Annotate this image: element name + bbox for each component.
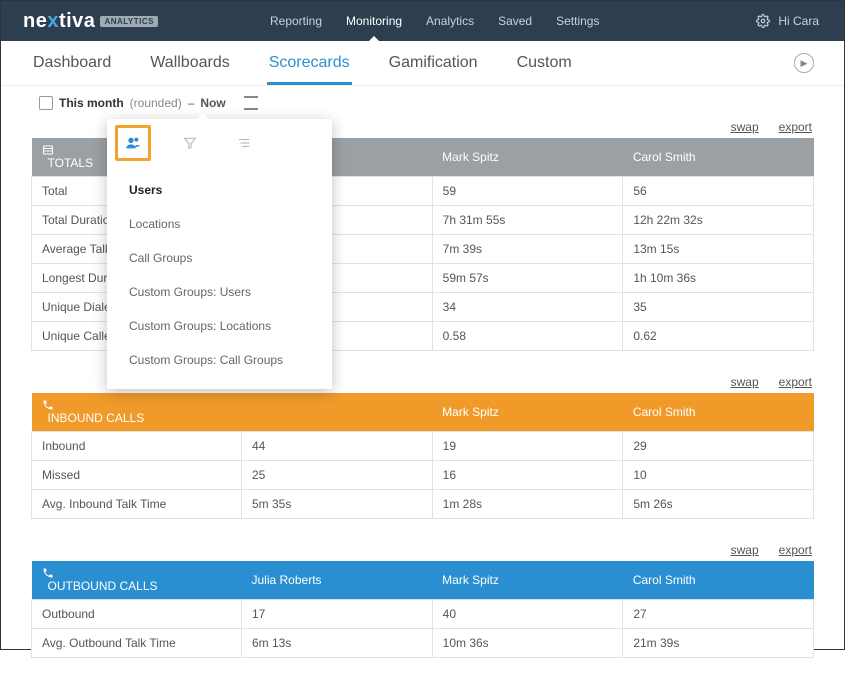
dropdown-list[interactable]: UsersLocationsCall GroupsCustom Groups: … [107,167,332,389]
date-now[interactable]: Now [200,96,225,110]
subnav-custom[interactable]: Custom [515,44,574,82]
section-title: INBOUND CALLS [32,393,242,432]
nav-monitoring[interactable]: Monitoring [334,1,414,41]
play-icon[interactable]: ▶ [794,53,814,73]
row-label: Avg. Inbound Talk Time [32,490,242,519]
cell: 29 [623,432,814,461]
table-row: Missed251610 [32,461,814,490]
filter-tab-icon[interactable] [175,128,205,158]
col-header: Julia Roberts [242,561,433,600]
top-nav: nextiva ANALYTICS ReportingMonitoringAna… [1,1,844,41]
cell: 35 [623,293,814,322]
swap-link[interactable]: swap [731,120,759,134]
table-header: OUTBOUND CALLSJulia RobertsMark SpitzCar… [32,561,814,600]
row-label: Avg. Outbound Talk Time [32,629,242,658]
dropdown-option[interactable]: Call Groups [107,241,332,275]
dropdown-tabs [107,119,332,167]
brand: nextiva ANALYTICS [1,10,158,33]
cell: 44 [242,432,433,461]
cell: 1h 10m 36s [623,264,814,293]
col-header: Mark Spitz [432,138,623,177]
cell: 59 [432,177,623,206]
brand-badge: ANALYTICS [100,16,158,27]
greeting-text[interactable]: Hi Cara [778,14,819,28]
row-label: Missed [32,461,242,490]
cell: 7m 39s [432,235,623,264]
calendar-icon[interactable] [39,96,53,110]
cell: 25 [242,461,433,490]
dropdown-option[interactable]: Users [107,173,332,207]
nav-saved[interactable]: Saved [486,1,544,41]
cell: 56 [623,177,814,206]
cell: 6m 13s [242,629,433,658]
cell: 1m 28s [432,490,623,519]
inbound-table: INBOUND CALLSMark SpitzCarol SmithInboun… [31,393,814,519]
swap-link[interactable]: swap [731,543,759,557]
table-actions-outbound: swap export [31,543,812,557]
date-bar: This month (rounded) – Now [1,86,844,114]
subnav-wallboards[interactable]: Wallboards [148,44,231,82]
col-header [242,393,433,432]
cell: 16 [432,461,623,490]
cell: 21m 39s [623,629,814,658]
nav-right: Hi Cara [756,14,844,28]
table-header: INBOUND CALLS Mark SpitzCarol Smith [32,393,814,432]
users-tab-icon[interactable] [115,125,151,161]
nav-analytics[interactable]: Analytics [414,1,486,41]
cell: 34 [432,293,623,322]
export-link[interactable]: export [779,120,812,134]
cell: 10m 36s [432,629,623,658]
sub-nav: Dashboard Wallboards Scorecards Gamificatio… [1,41,844,86]
subnav-gamification[interactable]: Gamification [387,44,480,82]
row-label: Inbound [32,432,242,461]
nav-links: ReportingMonitoringAnalyticsSavedSetting… [258,1,611,41]
outbound-table: OUTBOUND CALLSJulia RobertsMark SpitzCar… [31,561,814,658]
table-row: Avg. Outbound Talk Time6m 13s10m 36s21m … [32,629,814,658]
cell: 19 [432,432,623,461]
settings-tab-icon[interactable] [229,128,259,158]
gear-icon[interactable] [756,14,770,28]
cell: 17 [242,600,433,629]
cell: 0.58 [432,322,623,351]
export-link[interactable]: export [779,375,812,389]
export-link[interactable]: export [779,543,812,557]
group-dropdown: UsersLocationsCall GroupsCustom Groups: … [107,119,332,389]
subnav-dashboard[interactable]: Dashboard [31,44,113,82]
cell: 27 [623,600,814,629]
cell: 7h 31m 55s [432,206,623,235]
cell: 59m 57s [432,264,623,293]
swap-link[interactable]: swap [731,375,759,389]
cell: 10 [623,461,814,490]
date-qualifier: (rounded) [130,96,182,110]
dropdown-option[interactable]: Locations [107,207,332,241]
col-header: Carol Smith [623,561,814,600]
cell: 12h 22m 32s [623,206,814,235]
date-sep: – [188,96,195,110]
col-header: Carol Smith [623,393,814,432]
cell: 0.62 [623,322,814,351]
range-adjust-icon[interactable] [244,96,258,110]
table-row: Avg. Inbound Talk Time5m 35s1m 28s5m 26s [32,490,814,519]
table-row: Inbound441929 [32,432,814,461]
cell: 13m 15s [623,235,814,264]
brand-text: nextiva [23,10,95,33]
date-range[interactable]: This month [59,96,124,110]
nav-reporting[interactable]: Reporting [258,1,334,41]
cell: 5m 26s [623,490,814,519]
col-header: Carol Smith [623,138,814,177]
col-header: Mark Spitz [432,393,623,432]
section-title: OUTBOUND CALLS [32,561,242,600]
row-label: Outbound [32,600,242,629]
dropdown-option[interactable]: Custom Groups: Call Groups [107,343,332,377]
table-row: Outbound174027 [32,600,814,629]
dropdown-option[interactable]: Custom Groups: Locations [107,309,332,343]
col-header: Mark Spitz [432,561,623,600]
cell: 40 [432,600,623,629]
cell: 5m 35s [242,490,433,519]
nav-settings[interactable]: Settings [544,1,611,41]
dropdown-option[interactable]: Custom Groups: Users [107,275,332,309]
subnav-scorecards[interactable]: Scorecards [267,44,352,85]
